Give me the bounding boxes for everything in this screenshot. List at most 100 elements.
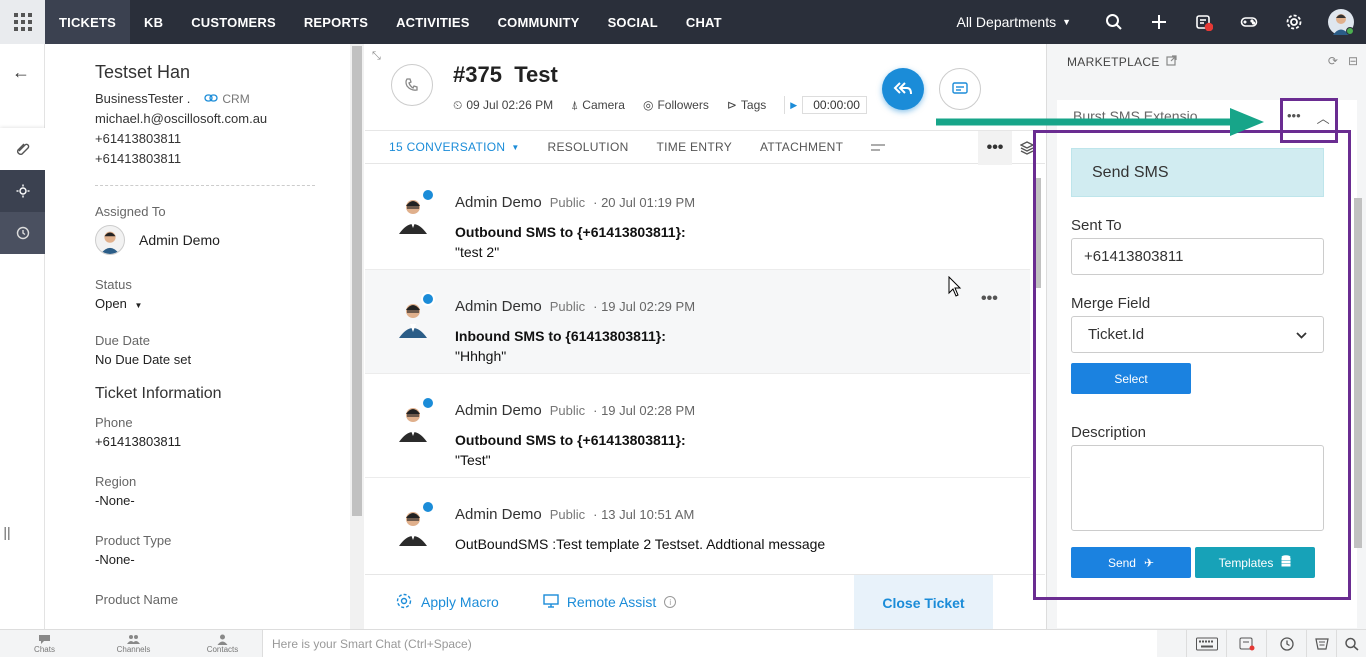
tab-resolution[interactable]: RESOLUTION [534, 130, 643, 164]
channel-icon: ⍋ [571, 97, 579, 112]
region-value[interactable]: -None- [95, 493, 325, 508]
thread-body-message: "test 2" [455, 244, 500, 260]
contact-icon [217, 634, 228, 645]
contact-name[interactable]: Testset Han [95, 62, 325, 83]
thread-date: · 20 Jul 01:19 PM [593, 195, 696, 210]
refresh-icon[interactable]: ⟳ [1328, 54, 1338, 68]
user-avatar[interactable] [1328, 9, 1354, 35]
nav-community[interactable]: COMMUNITY [484, 0, 594, 44]
play-icon[interactable]: ▶ [785, 96, 804, 114]
thread-more-icon[interactable]: ••• [981, 290, 998, 308]
nav-chat[interactable]: CHAT [672, 0, 736, 44]
info-icon[interactable]: i [664, 596, 677, 608]
thread-body-message: "Test" [455, 452, 491, 468]
gear-icon[interactable] [1271, 0, 1316, 44]
smart-chat-input[interactable]: Here is your Smart Chat (Ctrl+Space) [262, 630, 1157, 657]
crm-link[interactable]: CRM [204, 89, 250, 109]
due-label: Due Date [95, 333, 150, 348]
marketplace-scrollbar[interactable] [1352, 78, 1364, 623]
mouse-cursor-icon [948, 276, 962, 297]
contacts-button[interactable]: Contacts [178, 630, 267, 657]
apply-macro-label: Apply Macro [421, 594, 499, 610]
contact-email[interactable]: michael.h@oscillosoft.com.au [95, 109, 325, 129]
assignee[interactable]: Admin Demo [95, 225, 325, 255]
panel-resize-handle[interactable]: || [0, 514, 14, 550]
contact-company[interactable]: BusinessTester . [95, 89, 190, 109]
nav-social[interactable]: SOCIAL [594, 0, 672, 44]
contact-scrollbar[interactable] [350, 44, 364, 629]
thread-item[interactable]: Admin Demo Public · 20 Jul 01:19 PM Outb… [365, 166, 1030, 270]
ticket-meta: ⏲ 09 Jul 02:26 PM ⍋ Camera ◎ Followers ⊳ Tag… [453, 96, 867, 114]
search-icon[interactable] [1091, 0, 1136, 44]
thread-body: OutBoundSMS :Test template 2 Testset. Ad… [455, 536, 826, 552]
apps-grid-icon[interactable] [0, 0, 45, 44]
clock-icon[interactable] [1266, 630, 1306, 657]
thread-date: · 19 Jul 02:28 PM [593, 403, 696, 418]
product-type-value[interactable]: -None- [95, 552, 325, 567]
monitor-icon [543, 593, 559, 611]
external-link-icon[interactable] [1166, 55, 1177, 69]
notifications-icon[interactable] [1181, 0, 1226, 44]
due-value[interactable]: No Due Date set [95, 352, 325, 367]
search-icon[interactable] [1336, 630, 1366, 657]
tags-link[interactable]: ⊳ Tags [727, 98, 766, 112]
keyboard-icon[interactable] [1186, 630, 1226, 657]
tag-icon: ⊳ [726, 98, 737, 112]
thread-item[interactable]: Admin Demo Public · 19 Jul 02:28 PM Outb… [365, 374, 1030, 478]
thread-header: Admin Demo Public · 19 Jul 02:28 PM [455, 402, 695, 419]
nav-tickets[interactable]: TICKETS [45, 0, 131, 44]
back-arrow-icon[interactable]: ← [12, 62, 30, 83]
thread-visibility: Public [549, 403, 586, 418]
author-avatar [397, 292, 435, 338]
nav-reports[interactable]: REPORTS [290, 0, 382, 44]
filter-lines-icon[interactable] [857, 140, 899, 155]
bottom-bar: Chats Channels Contacts Here is your Sma… [0, 629, 1366, 657]
nav-activities[interactable]: ACTIVITIES [382, 0, 484, 44]
contact-phone-1[interactable]: +61413803811 [95, 129, 325, 149]
ticket-subject[interactable]: Test [514, 62, 558, 87]
crm-label: CRM [222, 92, 250, 106]
thread-item[interactable]: Admin Demo Public · 19 Jul 02:29 PM ••• … [365, 270, 1030, 374]
nav-kb[interactable]: KB [130, 0, 177, 44]
ticket-title: #375 Test [453, 62, 558, 88]
notifications-icon[interactable] [1226, 630, 1266, 657]
collapse-panel-icon[interactable]: ⊟ [1348, 54, 1358, 68]
thread-header: Admin Demo Public · 20 Jul 01:19 PM [455, 194, 695, 211]
thread-item[interactable]: Admin Demo Public · 13 Jul 10:51 AM OutB… [365, 478, 1030, 574]
chats-button[interactable]: Chats [0, 630, 89, 657]
phone-value[interactable]: +61413803811 [95, 434, 325, 449]
bottom-bar-tools [1186, 630, 1366, 657]
department-selector[interactable]: All Departments ▼ [956, 14, 1071, 30]
remote-assist-button[interactable]: Remote Assist i [543, 593, 677, 611]
contact-phone-2[interactable]: +61413803811 [95, 149, 325, 169]
thread-body: Outbound SMS to {+61413803811}: [455, 224, 686, 240]
timer: ▶ 00:00:00 [784, 96, 867, 114]
history-icon[interactable] [0, 212, 45, 254]
channels-label: Channels [116, 644, 151, 654]
tab-attachment[interactable]: ATTACHMENT [746, 130, 857, 164]
product-type-label: Product Type [95, 533, 172, 548]
zia-icon[interactable] [1306, 630, 1336, 657]
thread-body-message: "Hhhgh" [455, 348, 507, 364]
apply-macro-button[interactable]: Apply Macro [395, 592, 499, 613]
divider [95, 185, 315, 186]
close-ticket-button[interactable]: Close Ticket [854, 575, 993, 630]
tab-conversation[interactable]: 15 CONVERSATION ▼ [365, 130, 534, 164]
followers-link[interactable]: ◎ Followers [643, 98, 709, 112]
contacts-label: Contacts [206, 644, 239, 654]
tab-time-entry[interactable]: TIME ENTRY [643, 130, 746, 164]
reply-button[interactable] [882, 68, 924, 110]
attachment-icon[interactable] [0, 128, 45, 170]
plus-icon[interactable] [1136, 0, 1181, 44]
nav-customers[interactable]: CUSTOMERS [177, 0, 290, 44]
marketplace-title: MARKETPLACE [1067, 55, 1160, 69]
bulb-icon[interactable] [0, 170, 45, 212]
channels-button[interactable]: Channels [89, 630, 178, 657]
chevron-down-icon: ▼ [511, 142, 520, 152]
expand-icon[interactable]: ⤡ [372, 50, 381, 63]
gamepad-icon[interactable] [1226, 0, 1271, 44]
marketplace-actions: ⟳ ⊟ [1328, 54, 1358, 68]
ticket-number: #375 [453, 62, 502, 87]
status-dropdown[interactable]: Open ▼ [95, 296, 325, 311]
annotation-highlight-box [1033, 130, 1351, 600]
